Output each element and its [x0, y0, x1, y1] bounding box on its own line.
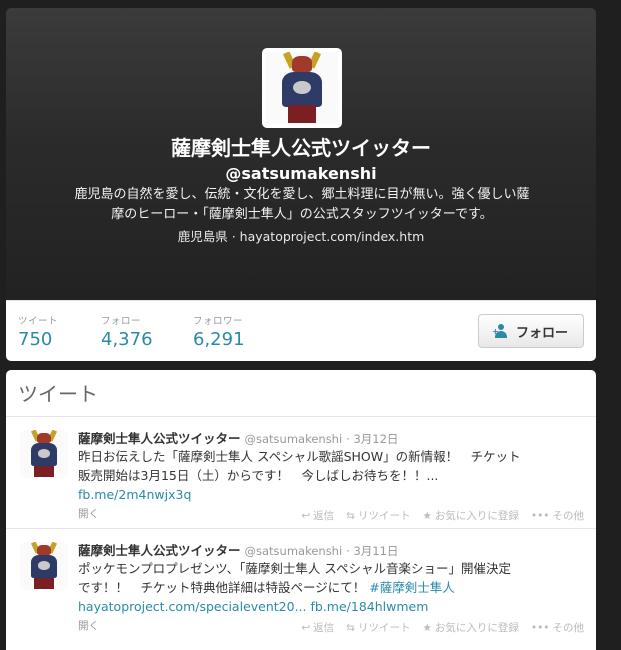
reply-action[interactable]: ↩ 返信 — [301, 620, 334, 635]
more-label: その他 — [552, 622, 585, 634]
divider — [6, 528, 596, 529]
tweet-text-line: 昨日お伝えした「薩摩剣士隼人 スペシャル歌謡SHOW」の新情報！ チケット — [78, 449, 521, 464]
tweet-actions: ↩ 返信 ⇆ リツイート ★ お気に入りに登録 ••• その他 — [301, 620, 584, 635]
tweet-link[interactable]: fb.me/2m4nwjx3q — [78, 487, 191, 502]
more-action[interactable]: ••• その他 — [531, 620, 584, 635]
tweet-text-line: ポッケモンプロプレゼンツ、「薩摩剣士隼人 スペシャル音楽ショー」開催決定 — [78, 561, 511, 576]
timeline-title: ツイート — [18, 382, 98, 406]
star-icon: ★ — [422, 622, 432, 634]
tweet-expand-link[interactable]: 開く — [78, 618, 99, 633]
profile-stats-bar: ツイート 750 フォロー 4,376 フォロワー 6,291 + フォロー — [6, 300, 596, 361]
tweets-timeline: ツイート 薩摩剣士隼人公式ツイッター @satsumakenshi · 3月12… — [6, 370, 596, 650]
reply-label: 返信 — [313, 510, 335, 522]
hero-avatar-image — [20, 430, 68, 478]
reply-icon: ↩ — [301, 622, 311, 634]
tweet-hashtag[interactable]: #薩摩剣士隼人 — [369, 580, 454, 595]
profile-location-row: 鹿児島県 · hayatoproject.com/index.htm — [6, 226, 596, 245]
favorite-label: お気に入りに登録 — [434, 622, 519, 634]
profile-handle: @satsumakenshi — [225, 164, 377, 183]
stat-label: ツイート — [18, 316, 59, 327]
profile-bio-line: 鹿児島の自然を愛し、伝統・文化を愛し、郷土料理に目が無い。強く優しい薩 — [74, 187, 530, 202]
tweet-author-name[interactable]: 薩摩剣士隼人公式ツイッター — [78, 543, 241, 558]
tweet-avatar[interactable] — [20, 542, 68, 590]
tweet-expand-link[interactable]: 開く — [78, 506, 99, 521]
tweet-link[interactable]: hayatoproject.com/specialevent20... — [78, 599, 307, 614]
favorite-label: お気に入りに登録 — [434, 510, 519, 522]
tweet-timestamp[interactable]: · 3月12日 — [346, 432, 398, 446]
tweet-text: ポッケモンプロプレゼンツ、「薩摩剣士隼人 スペシャル音楽ショー」開催決定 です！… — [78, 559, 583, 616]
tweet-link[interactable]: fb.me/184hlwmem — [310, 599, 428, 614]
retweet-action[interactable]: ⇆ リツイート — [346, 508, 410, 523]
more-action[interactable]: ••• その他 — [531, 508, 584, 523]
stat-label: フォロー — [101, 316, 142, 327]
retweet-label: リツイート — [357, 510, 411, 522]
retweet-label: リツイート — [357, 622, 411, 634]
tweet-header: 薩摩剣士隼人公式ツイッター @satsumakenshi · 3月12日 — [78, 428, 398, 447]
tweet-header: 薩摩剣士隼人公式ツイッター @satsumakenshi · 3月11日 — [78, 540, 398, 559]
tweet-text: 昨日お伝えした「薩摩剣士隼人 スペシャル歌謡SHOW」の新情報！ チケット 販売… — [78, 447, 583, 504]
hero-avatar-image — [266, 52, 338, 124]
stat-tweets[interactable]: ツイート 750 — [18, 313, 58, 350]
profile-header: 薩摩剣士隼人公式ツイッター @satsumakenshi 鹿児島の自然を愛し、伝… — [6, 8, 596, 300]
star-icon: ★ — [422, 510, 432, 522]
tweet-text-line: 販売開始は3月15日（土）からです！ 今しばしお待ちを！！... — [78, 468, 439, 483]
stat-following[interactable]: フォロー 4,376 — [101, 313, 153, 350]
reply-icon: ↩ — [301, 510, 311, 522]
profile-avatar[interactable] — [262, 48, 342, 128]
stat-value: 750 — [18, 329, 53, 350]
stat-value: 6,291 — [193, 329, 245, 350]
tweet-timestamp[interactable]: · 3月11日 — [346, 544, 398, 558]
tweet-text-line: です！！ チケット特典他詳細は特設ページにて！ — [78, 580, 366, 595]
follow-button[interactable]: + フォロー — [478, 314, 584, 348]
stat-label: フォロワー — [193, 316, 244, 327]
retweet-icon: ⇆ — [346, 510, 355, 522]
reply-label: 返信 — [313, 622, 335, 634]
retweet-action[interactable]: ⇆ リツイート — [346, 620, 410, 635]
more-icon: ••• — [530, 622, 550, 634]
hero-avatar-image — [20, 542, 68, 590]
profile-url-link[interactable]: hayatoproject.com/index.htm — [240, 229, 425, 244]
profile-bio: 鹿児島の自然を愛し、伝統・文化を愛し、郷土料理に目が無い。強く優しい薩 摩のヒー… — [46, 185, 558, 225]
follow-button-label: フォロー — [515, 325, 568, 341]
add-person-icon: + — [492, 324, 510, 338]
more-label: その他 — [552, 510, 585, 522]
reply-action[interactable]: ↩ 返信 — [301, 508, 334, 523]
profile-location: 鹿児島県 — [177, 229, 228, 244]
divider — [6, 416, 596, 417]
favorite-action[interactable]: ★ お気に入りに登録 — [422, 508, 518, 523]
retweet-icon: ⇆ — [346, 622, 355, 634]
tweet-author-name[interactable]: 薩摩剣士隼人公式ツイッター — [78, 431, 241, 446]
stat-value: 4,376 — [101, 329, 153, 350]
separator-dot: · — [231, 229, 236, 244]
tweet-author-handle[interactable]: @satsumakenshi — [245, 544, 343, 558]
profile-name: 薩摩剣士隼人公式ツイッター — [171, 136, 431, 160]
tweet-author-handle[interactable]: @satsumakenshi — [245, 432, 343, 446]
profile-bio-line: 摩のヒーロー・「薩摩剣士隼人」の公式スタッフツイッターです。 — [111, 207, 493, 222]
favorite-action[interactable]: ★ お気に入りに登録 — [422, 620, 518, 635]
tweet-avatar[interactable] — [20, 430, 68, 478]
stat-followers[interactable]: フォロワー 6,291 — [193, 313, 245, 350]
tweet-actions: ↩ 返信 ⇆ リツイート ★ お気に入りに登録 ••• その他 — [301, 508, 584, 523]
more-icon: ••• — [530, 510, 550, 522]
